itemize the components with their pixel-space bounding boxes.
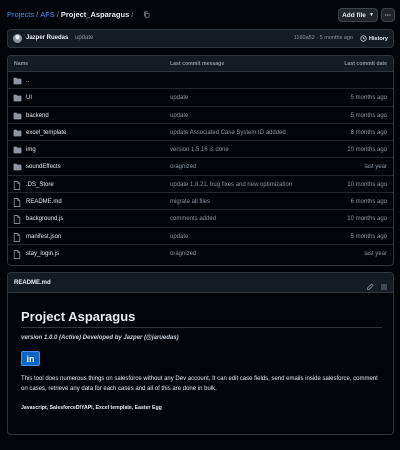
file-row[interactable]: README.md migrate all files 6 months ago xyxy=(8,193,393,211)
file-icon xyxy=(13,215,22,225)
file-row[interactable]: soundEffects oragnized last year xyxy=(8,158,393,176)
file-icon xyxy=(13,232,22,242)
add-file-button[interactable]: Add file ▼ xyxy=(338,8,378,22)
more-options-button[interactable]: ··· xyxy=(381,8,395,22)
pencil-icon[interactable] xyxy=(366,278,374,296)
file-name-link[interactable]: README.md xyxy=(26,199,62,205)
file-name-link[interactable]: img xyxy=(26,147,36,153)
add-file-label: Add file xyxy=(342,11,366,19)
file-row[interactable]: .DS_Store update 1.8.21, bug fixes and ne… xyxy=(8,176,393,194)
column-header-name: Name xyxy=(14,61,29,67)
history-button[interactable]: History xyxy=(360,35,388,42)
file-name-link[interactable]: excel_template xyxy=(26,130,66,136)
column-header-message: Last commit message xyxy=(170,61,225,67)
folder-icon xyxy=(13,112,22,120)
commit-date: 10 months ago xyxy=(347,147,387,154)
breadcrumb-separator: / xyxy=(56,10,59,19)
file-table-header: Name Last commit message Last commit dat… xyxy=(8,56,393,72)
copy-path-icon[interactable] xyxy=(143,11,150,20)
commit-date: last year xyxy=(364,164,387,171)
file-row[interactable]: excel_template update Associated Case Sys… xyxy=(8,124,393,142)
chevron-down-icon: ▼ xyxy=(368,12,374,18)
latest-commit-bar: Jazper Ruedas update 1160a52 · 5 months … xyxy=(7,29,394,48)
readme-tags: Javascript, SalesforceDIYAPI, Excel temp… xyxy=(21,405,162,411)
file-row[interactable]: backend update 5 months ago xyxy=(8,107,393,124)
title-divider xyxy=(21,327,382,328)
commit-date: 8 months ago xyxy=(350,129,387,136)
file-icon xyxy=(13,250,22,259)
commit-message[interactable]: update xyxy=(75,35,93,41)
readme-tab[interactable]: README.md xyxy=(14,280,51,286)
history-label: History xyxy=(369,35,388,42)
folder-icon xyxy=(13,94,22,102)
file-icon xyxy=(13,180,22,190)
linkedin-badge[interactable]: in xyxy=(21,351,40,366)
breadcrumb-afs[interactable]: AFS xyxy=(40,10,55,19)
readme-title: Project Asparagus xyxy=(21,309,136,324)
commit-message-link[interactable]: oragnized xyxy=(170,251,196,257)
commit-date: 10 months ago xyxy=(347,181,387,188)
top-bar: Projects / AFS / Project_Asparagus / Add file… xyxy=(0,0,400,30)
file-row[interactable]: background.js comments added 10 months ago xyxy=(8,210,393,228)
commit-date: 10 months ago xyxy=(347,216,387,223)
file-icon xyxy=(13,198,22,207)
file-name-link[interactable]: .. xyxy=(26,78,29,84)
commit-message-link[interactable]: update xyxy=(170,95,188,101)
commit-message-link[interactable]: update 1.8.21, bug fixes and new optimiz… xyxy=(170,182,292,188)
readme-panel: README.md Project Asparagus version 1.0.… xyxy=(7,272,394,435)
column-header-date: Last commit date xyxy=(344,61,387,67)
file-row[interactable]: UI update 5 months ago xyxy=(8,89,393,107)
commit-date: 6 months ago xyxy=(350,199,387,206)
breadcrumb-current: Project_Asparagus xyxy=(60,10,130,19)
file-name-link[interactable]: backend xyxy=(26,113,49,119)
file-name-link[interactable]: UI xyxy=(26,95,32,101)
commit-message-link[interactable]: migrate all files xyxy=(170,199,210,205)
commit-date: 5 months ago xyxy=(350,95,387,102)
breadcrumb-projects[interactable]: Projects xyxy=(7,10,34,19)
commit-message-link[interactable]: update xyxy=(170,234,188,240)
folder-icon xyxy=(13,77,22,85)
readme-description: This tool does numerous things on salesf… xyxy=(21,376,378,392)
file-row[interactable]: manifest.json update 5 months ago xyxy=(8,228,393,245)
commit-message-link[interactable]: update Associated Case System ID addded xyxy=(170,130,286,136)
commit-author[interactable]: Jazper Ruedas xyxy=(26,35,68,41)
breadcrumb: Projects / AFS / Project_Asparagus / xyxy=(7,10,150,20)
file-name-link[interactable]: background.js xyxy=(26,216,63,222)
breadcrumb-separator: / xyxy=(131,10,134,19)
file-row[interactable]: img version 1.5.16 is done 10 months ago xyxy=(8,141,393,159)
folder-icon xyxy=(13,163,22,171)
file-name-link[interactable]: stay_login.js xyxy=(26,251,59,257)
list-icon[interactable] xyxy=(380,278,388,296)
readme-version: version 1.0.0 (Active) Developed by Jazp… xyxy=(21,335,179,341)
commit-date: 5 months ago xyxy=(350,233,387,240)
folder-icon xyxy=(13,129,22,137)
file-row[interactable]: stay_login.js oragnized last year xyxy=(8,245,393,262)
commit-message-link[interactable]: comments added xyxy=(170,216,216,222)
file-row[interactable]: .. xyxy=(8,72,393,90)
commit-message-link[interactable]: update xyxy=(170,113,188,119)
breadcrumb-separator: / xyxy=(36,10,39,19)
file-name-link[interactable]: .DS_Store xyxy=(26,182,54,188)
clock-icon xyxy=(360,35,367,42)
file-name-link[interactable]: manifest.json xyxy=(26,234,61,240)
file-name-link[interactable]: soundEffects xyxy=(26,164,61,170)
avatar[interactable] xyxy=(13,34,22,43)
commit-date: 5 months ago xyxy=(350,112,387,119)
readme-header: README.md xyxy=(8,273,393,293)
folder-icon xyxy=(13,146,22,154)
commit-date: last year xyxy=(364,250,387,257)
kebab-icon: ··· xyxy=(384,11,392,19)
commit-message-link[interactable]: oragnized xyxy=(170,164,196,170)
commit-message-link[interactable]: version 1.5.16 is done xyxy=(170,147,229,153)
commit-meta[interactable]: 1160a52 · 5 months ago xyxy=(294,35,353,41)
file-table: Name Last commit message Last commit dat… xyxy=(7,55,394,266)
